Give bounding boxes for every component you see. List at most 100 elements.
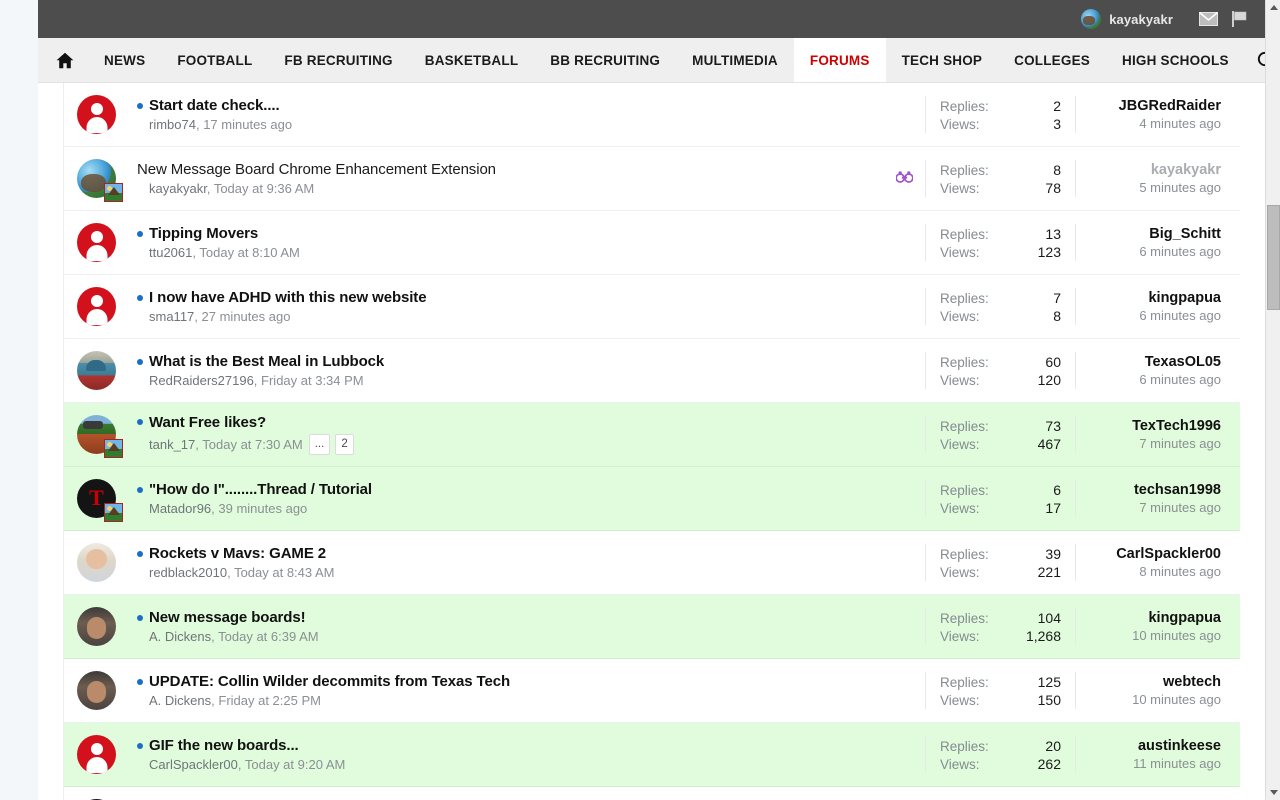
thread-main: Start date check.... rimbo74, 17 minutes … — [137, 83, 883, 146]
scroll-up-arrow-icon[interactable] — [1266, 0, 1280, 15]
thread-watch-cell — [883, 275, 925, 338]
avatar[interactable] — [77, 351, 116, 390]
thread-row[interactable]: Want Free likes? tank_17, Today at 7:30 A… — [64, 403, 1240, 467]
thread-row[interactable]: New message boards! A. Dickens, Today at … — [64, 595, 1240, 659]
last-post-user[interactable]: webtech — [1163, 674, 1221, 690]
nav-item-colleges[interactable]: COLLEGES — [998, 38, 1106, 82]
thread-stats: Replies: 7 Views: 8 — [925, 288, 1075, 325]
thread-title[interactable]: Want Free likes? — [149, 414, 266, 431]
page-link[interactable]: ... — [308, 433, 331, 456]
thread-row[interactable]: UPDATE: Collin Wilder decommits from Tex… — [64, 659, 1240, 723]
nav-item-news[interactable]: NEWS — [88, 38, 161, 82]
mail-icon[interactable] — [1195, 6, 1221, 32]
account-menu[interactable]: kayakyakr — [1081, 9, 1173, 29]
thread-title[interactable]: I now have ADHD with this new website — [149, 289, 427, 306]
replies-line: Replies: 6 — [940, 482, 1061, 498]
nav-item-bb-recruiting[interactable]: BB RECRUITING — [534, 38, 676, 82]
thread-row[interactable]: Tipping Movers ttu2061, Today at 8:10 AM R… — [64, 211, 1240, 275]
home-icon[interactable] — [38, 38, 88, 82]
avatar[interactable] — [77, 735, 116, 774]
thread-title[interactable]: What is the Best Meal in Lubbock — [149, 353, 384, 370]
browser-scrollbar[interactable] — [1265, 0, 1280, 800]
avatar[interactable] — [77, 287, 116, 326]
thread-title[interactable]: New message boards! — [149, 609, 306, 626]
avatar[interactable] — [77, 415, 123, 458]
last-post-user[interactable]: kayakyakr — [1151, 162, 1221, 178]
last-post-user[interactable]: TexTech1996 — [1132, 418, 1221, 434]
thread-posted-time: Today at 6:39 AM — [218, 629, 319, 644]
scroll-down-arrow-icon[interactable] — [1266, 785, 1280, 800]
last-post-user[interactable]: TexasOL05 — [1145, 354, 1221, 370]
thread-posted-time: 27 minutes ago — [201, 309, 291, 324]
thread-title[interactable]: Tipping Movers — [149, 225, 258, 242]
thread-author[interactable]: kayakyakr — [149, 181, 207, 196]
thread-row[interactable]: I now have ADHD with this new website sma… — [64, 275, 1240, 339]
thread-author[interactable]: A. Dickens — [149, 629, 211, 644]
thread-row[interactable]: What is the Best Meal in Lubbock RedRaide… — [64, 339, 1240, 403]
thread-title[interactable]: UPDATE: Collin Wilder decommits from Tex… — [149, 673, 510, 690]
thread-last-post: austinkeese 11 minutes ago — [1075, 736, 1235, 773]
last-post-user[interactable]: techsan1998 — [1134, 482, 1221, 498]
last-post-user[interactable]: kingpapua — [1148, 610, 1221, 626]
nav-item-basketball[interactable]: BASKETBALL — [409, 38, 535, 82]
avatar[interactable] — [77, 479, 123, 522]
thread-row[interactable]: Start date check.... rimbo74, 17 minutes … — [64, 83, 1240, 147]
replies-label: Replies: — [940, 610, 989, 626]
avatar[interactable] — [77, 671, 116, 710]
avatar[interactable] — [77, 223, 116, 262]
thread-author[interactable]: A. Dickens — [149, 693, 211, 708]
broken-image-icon — [104, 439, 123, 458]
thread-row[interactable]: New Message Board Chrome Enhancement Ext… — [64, 147, 1240, 211]
thread-stats: Replies: 6 Views: 17 — [925, 480, 1075, 517]
avatar-image — [77, 543, 116, 582]
views-label: Views: — [940, 756, 980, 772]
views-count: 150 — [1037, 691, 1061, 708]
flag-icon[interactable] — [1227, 6, 1253, 32]
nav-item-football[interactable]: FOOTBALL — [161, 38, 268, 82]
thread-row-tail — [1235, 211, 1240, 274]
nav-item-high-schools[interactable]: HIGH SCHOOLS — [1106, 38, 1245, 82]
thread-title[interactable]: Start date check.... — [149, 97, 280, 114]
nav-item-multimedia[interactable]: MULTIMEDIA — [676, 38, 794, 82]
thread-author[interactable]: rimbo74 — [149, 117, 196, 132]
nav-item-fb-recruiting[interactable]: FB RECRUITING — [268, 38, 408, 82]
thread-row[interactable]: Rockets v Mavs: GAME 2 redblack2010, Toda… — [64, 531, 1240, 595]
scrollbar-thumb[interactable] — [1267, 205, 1280, 310]
last-post-user[interactable]: kingpapua — [1148, 290, 1221, 306]
page-link[interactable]: 2 — [335, 433, 354, 456]
thread-title-row: New Message Board Chrome Enhancement Ext… — [137, 161, 873, 178]
avatar[interactable] — [77, 543, 116, 582]
last-post-user[interactable]: Big_Schitt — [1149, 226, 1221, 242]
thread-list: Start date check.... rimbo74, 17 minutes … — [63, 83, 1240, 800]
thread-stats: Replies: 60 Views: 120 — [925, 352, 1075, 389]
thread-author[interactable]: ttu2061 — [149, 245, 192, 260]
thread-row[interactable] — [64, 787, 1240, 800]
thread-title[interactable]: Rockets v Mavs: GAME 2 — [149, 545, 326, 562]
thread-author[interactable]: CarlSpackler00 — [149, 757, 238, 772]
thread-row[interactable]: "How do I"........Thread / Tutorial Matad… — [64, 467, 1240, 531]
thread-meta: A. Dickens, Friday at 2:25 PM — [149, 693, 321, 708]
thread-title[interactable]: GIF the new boards... — [149, 737, 299, 754]
thread-row[interactable]: GIF the new boards... CarlSpackler00, Tod… — [64, 723, 1240, 787]
avatar[interactable] — [77, 95, 116, 134]
views-label: Views: — [940, 564, 980, 580]
replies-line: Replies: 60 — [940, 354, 1061, 370]
avatar-image — [77, 351, 116, 390]
avatar[interactable] — [77, 159, 123, 202]
thread-author[interactable]: RedRaiders27196 — [149, 373, 254, 388]
views-label: Views: — [940, 308, 980, 324]
last-post-user[interactable]: CarlSpackler00 — [1116, 546, 1221, 562]
thread-author[interactable]: redblack2010 — [149, 565, 227, 580]
last-post-user[interactable]: austinkeese — [1138, 738, 1221, 754]
thread-author[interactable]: sma117 — [149, 309, 194, 324]
nav-item-forums[interactable]: FORUMS — [793, 38, 886, 82]
replies-line: Replies: 39 — [940, 546, 1061, 562]
thread-author[interactable]: tank_17 — [149, 437, 195, 452]
thread-title[interactable]: "How do I"........Thread / Tutorial — [149, 481, 372, 498]
thread-title[interactable]: New Message Board Chrome Enhancement Ext… — [137, 161, 496, 178]
thread-author[interactable]: Matador96 — [149, 501, 211, 516]
avatar[interactable] — [77, 607, 116, 646]
nav-item-tech-shop[interactable]: TECH SHOP — [886, 38, 999, 82]
thread-stats: Replies: 39 Views: 221 — [925, 544, 1075, 581]
last-post-user[interactable]: JBGRedRaider — [1119, 98, 1221, 114]
